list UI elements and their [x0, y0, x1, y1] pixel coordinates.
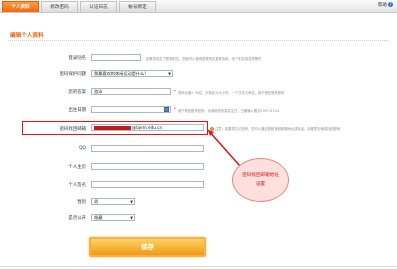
callout-line-1: 密码找回邮箱地址 — [242, 173, 279, 178]
save-button[interactable]: 保存 — [89, 237, 206, 257]
bottom-divider — [0, 266, 397, 267]
annotation-arrow — [207, 129, 241, 167]
annotation-callout: 密码找回邮箱地址 设置 — [232, 158, 289, 202]
callout-line-2: 设置 — [255, 182, 266, 187]
